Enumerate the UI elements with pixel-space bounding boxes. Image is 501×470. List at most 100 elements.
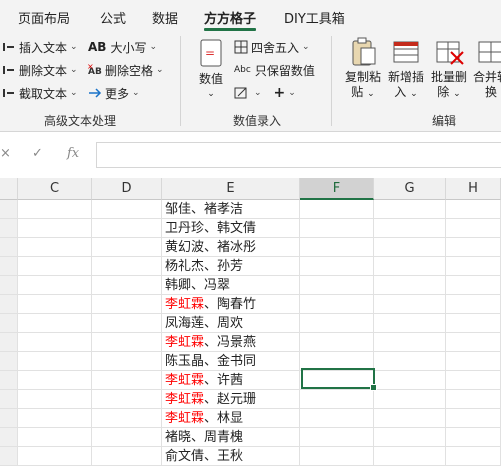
table-cell-e[interactable]: 陈玉晶、金书同 xyxy=(162,352,300,371)
table-cell-e[interactable]: 李虹霖、赵元珊 xyxy=(162,390,300,409)
round-button[interactable]: 四舍五入 ⌄ xyxy=(234,37,310,57)
keep-numbers-button[interactable]: Abc 只保留数值 xyxy=(234,60,315,80)
table-cell[interactable] xyxy=(374,409,446,428)
table-cell[interactable] xyxy=(18,238,92,257)
table-cell-e[interactable]: 卫丹珍、韩文倩 xyxy=(162,219,300,238)
column-header-f[interactable]: F xyxy=(300,178,374,200)
row-header[interactable] xyxy=(0,371,18,390)
table-cell[interactable] xyxy=(374,200,446,219)
table-cell[interactable] xyxy=(446,238,501,257)
table-cell[interactable] xyxy=(446,447,501,466)
numeric-button[interactable]: = 数值 ⌄ xyxy=(188,38,234,102)
row-header[interactable] xyxy=(0,295,18,314)
table-cell[interactable] xyxy=(300,428,374,447)
table-cell[interactable] xyxy=(300,276,374,295)
formula-input[interactable] xyxy=(96,142,501,168)
table-cell[interactable] xyxy=(18,276,92,295)
table-cell[interactable] xyxy=(446,257,501,276)
tab-fangfang[interactable]: 方方格子 xyxy=(204,8,256,27)
table-cell[interactable] xyxy=(446,219,501,238)
row-header[interactable] xyxy=(0,276,18,295)
table-cell[interactable] xyxy=(374,295,446,314)
table-cell[interactable] xyxy=(300,219,374,238)
tab-data[interactable]: 数据 xyxy=(152,8,178,27)
tab-formulas[interactable]: 公式 xyxy=(100,8,126,27)
delete-text-button[interactable]: 删除文本 ⌄ xyxy=(2,60,78,80)
table-cell-e[interactable]: 俞文倩、王秋 xyxy=(162,447,300,466)
table-cell-e[interactable]: 凤海莲、周欢 xyxy=(162,314,300,333)
column-header-e[interactable]: E xyxy=(162,178,300,200)
table-cell[interactable] xyxy=(18,447,92,466)
column-header-h[interactable]: H xyxy=(446,178,501,200)
table-cell[interactable] xyxy=(446,428,501,447)
table-cell[interactable] xyxy=(300,200,374,219)
table-cell[interactable] xyxy=(374,238,446,257)
table-cell[interactable] xyxy=(92,276,162,295)
table-cell-e[interactable]: 邹佳、褚孝洁 xyxy=(162,200,300,219)
table-cell[interactable] xyxy=(92,428,162,447)
table-cell[interactable] xyxy=(374,314,446,333)
case-button[interactable]: AB 大小写 ⌄ xyxy=(88,37,157,57)
table-cell[interactable] xyxy=(92,409,162,428)
table-cell[interactable] xyxy=(92,200,162,219)
table-cell[interactable] xyxy=(300,238,374,257)
table-cell[interactable] xyxy=(92,352,162,371)
table-cell[interactable] xyxy=(18,409,92,428)
table-cell[interactable] xyxy=(374,447,446,466)
table-cell[interactable] xyxy=(92,390,162,409)
table-cell[interactable] xyxy=(300,257,374,276)
extract-text-button[interactable]: 截取文本 ⌄ xyxy=(2,83,78,103)
table-cell-e[interactable]: 杨礼杰、孙芳 xyxy=(162,257,300,276)
cancel-icon[interactable]: × xyxy=(0,146,11,161)
row-header[interactable] xyxy=(0,428,18,447)
column-header-g[interactable]: G xyxy=(374,178,446,200)
table-cell[interactable] xyxy=(446,371,501,390)
table-cell[interactable] xyxy=(446,295,501,314)
table-cell[interactable] xyxy=(92,219,162,238)
table-cell[interactable] xyxy=(18,428,92,447)
copy-paste-button[interactable]: 复制粘 贴 ⌄ xyxy=(340,36,386,102)
table-cell[interactable] xyxy=(374,352,446,371)
table-cell[interactable] xyxy=(374,333,446,352)
table-cell[interactable] xyxy=(18,295,92,314)
tab-diy-toolbox[interactable]: DIY工具箱 xyxy=(284,8,345,27)
table-cell[interactable] xyxy=(18,390,92,409)
row-header[interactable] xyxy=(0,219,18,238)
table-cell[interactable] xyxy=(300,447,374,466)
fx-icon[interactable]: fx xyxy=(67,146,79,161)
remove-space-button[interactable]: AB × 删除空格 ⌄ xyxy=(87,60,164,80)
row-header[interactable] xyxy=(0,257,18,276)
table-cell[interactable] xyxy=(374,219,446,238)
row-header[interactable] xyxy=(0,409,18,428)
table-cell-e[interactable]: 黄幻波、褚冰彤 xyxy=(162,238,300,257)
table-cell-e[interactable]: 李虹霖、许茜 xyxy=(162,371,300,390)
tab-page-layout[interactable]: 页面布局 xyxy=(18,8,70,27)
table-cell[interactable] xyxy=(18,314,92,333)
insert-text-button[interactable]: 插入文本 ⌄ xyxy=(2,37,78,57)
table-cell[interactable] xyxy=(92,295,162,314)
plus-icon[interactable]: + xyxy=(274,85,286,101)
more-button[interactable]: 更多 ⌄ xyxy=(88,83,140,103)
table-cell[interactable] xyxy=(18,257,92,276)
table-cell[interactable] xyxy=(92,447,162,466)
confirm-icon[interactable]: ✓ xyxy=(32,146,43,161)
table-cell[interactable] xyxy=(446,314,501,333)
table-cell[interactable] xyxy=(92,238,162,257)
table-cell[interactable] xyxy=(18,200,92,219)
table-cell[interactable] xyxy=(18,371,92,390)
table-cell[interactable] xyxy=(374,428,446,447)
table-cell[interactable] xyxy=(446,390,501,409)
table-cell[interactable] xyxy=(374,371,446,390)
table-cell[interactable] xyxy=(446,352,501,371)
table-cell[interactable] xyxy=(446,200,501,219)
table-cell[interactable] xyxy=(92,257,162,276)
table-cell[interactable] xyxy=(92,314,162,333)
row-header[interactable] xyxy=(0,390,18,409)
table-cell[interactable] xyxy=(18,333,92,352)
table-cell[interactable] xyxy=(374,390,446,409)
row-header[interactable] xyxy=(0,314,18,333)
row-header[interactable] xyxy=(0,352,18,371)
table-cell[interactable] xyxy=(92,371,162,390)
selected-cell[interactable] xyxy=(301,368,377,391)
column-header-c[interactable]: C xyxy=(18,178,92,200)
